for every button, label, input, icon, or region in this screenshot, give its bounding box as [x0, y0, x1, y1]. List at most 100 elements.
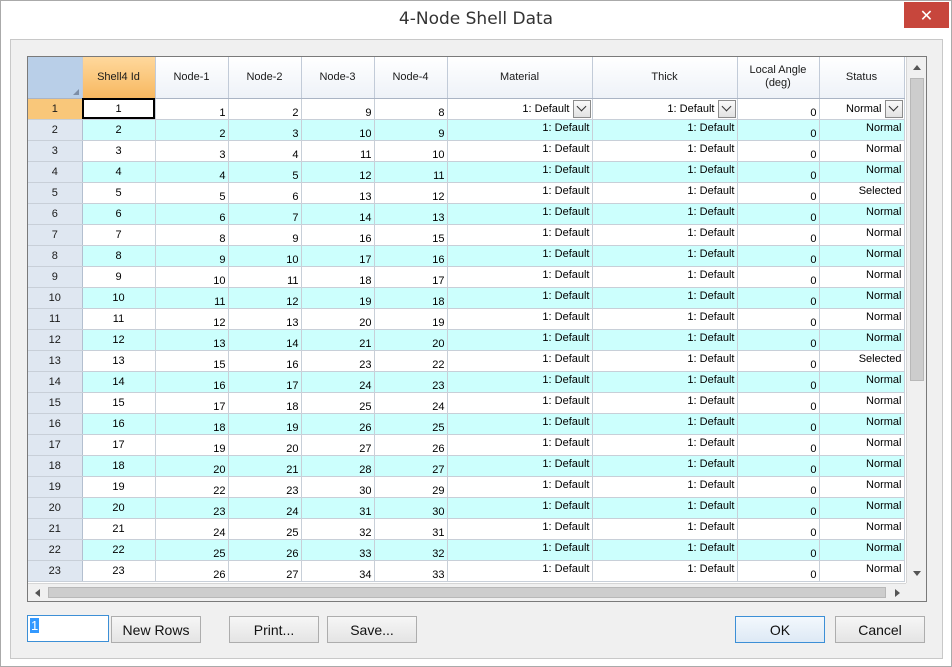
scroll-left-button[interactable]	[28, 584, 46, 601]
table-row[interactable]: 14 14 16 17 24 23 1: Default 1: Default 0 Normal	[28, 371, 905, 393]
status-cell[interactable]: Normal	[819, 455, 905, 477]
material-cell[interactable]: 1: Default	[447, 224, 593, 246]
table-row[interactable]: 22 22 25 26 33 32 1: Default 1: Default 0 Normal	[28, 539, 905, 561]
local-angle-cell[interactable]: 0	[737, 371, 820, 393]
node-4-cell[interactable]: 11	[374, 161, 448, 183]
material-cell[interactable]: 1: Default	[447, 350, 593, 372]
row-header[interactable]: 19	[28, 476, 83, 498]
status-cell[interactable]: Normal	[819, 98, 905, 120]
node-2-cell[interactable]: 23	[228, 476, 302, 498]
table-row[interactable]: 2 2 2 3 10 9 1: Default 1: Default 0 Normal	[28, 119, 905, 141]
status-cell[interactable]: Normal	[819, 224, 905, 246]
thick-cell[interactable]: 1: Default	[592, 434, 738, 456]
node-4-cell[interactable]: 33	[374, 560, 448, 582]
local-angle-cell[interactable]: 0	[737, 518, 820, 540]
node-3-cell[interactable]: 20	[301, 308, 375, 330]
row-header[interactable]: 6	[28, 203, 83, 225]
status-cell[interactable]: Normal	[819, 539, 905, 561]
node-2-cell[interactable]: 3	[228, 119, 302, 141]
node-1-cell[interactable]: 4	[155, 161, 229, 183]
node-3-cell[interactable]: 17	[301, 245, 375, 267]
row-header[interactable]: 8	[28, 245, 83, 267]
column-header-node-4[interactable]: Node-4	[374, 57, 448, 99]
thick-cell[interactable]: 1: Default	[592, 476, 738, 498]
row-header[interactable]: 10	[28, 287, 83, 309]
node-4-cell[interactable]: 19	[374, 308, 448, 330]
node-3-cell[interactable]: 12	[301, 161, 375, 183]
node-1-cell[interactable]: 6	[155, 203, 229, 225]
node-3-cell[interactable]: 9	[301, 98, 375, 120]
material-cell[interactable]: 1: Default	[447, 161, 593, 183]
table-row[interactable]: 13 13 15 16 23 22 1: Default 1: Default 0 Selecte…	[28, 350, 905, 372]
local-angle-cell[interactable]: 0	[737, 224, 820, 246]
node-2-cell[interactable]: 21	[228, 455, 302, 477]
print-button[interactable]: Print...	[229, 616, 319, 643]
node-3-cell[interactable]: 13	[301, 182, 375, 204]
table-row[interactable]: 12 12 13 14 21 20 1: Default 1: Default 0 Normal	[28, 329, 905, 351]
node-3-cell[interactable]: 24	[301, 371, 375, 393]
node-2-cell[interactable]: 12	[228, 287, 302, 309]
node-4-cell[interactable]: 15	[374, 224, 448, 246]
node-1-cell[interactable]: 25	[155, 539, 229, 561]
horizontal-scrollbar[interactable]	[28, 583, 906, 601]
shell4-id-cell[interactable]: 16	[82, 413, 156, 435]
node-4-cell[interactable]: 32	[374, 539, 448, 561]
thick-cell[interactable]: 1: Default	[592, 266, 738, 288]
status-cell[interactable]: Normal	[819, 308, 905, 330]
column-header-node-2[interactable]: Node-2	[228, 57, 302, 99]
node-3-cell[interactable]: 25	[301, 392, 375, 414]
material-cell[interactable]: 1: Default	[447, 371, 593, 393]
local-angle-cell[interactable]: 0	[737, 98, 820, 120]
node-1-cell[interactable]: 15	[155, 350, 229, 372]
node-3-cell[interactable]: 18	[301, 266, 375, 288]
node-3-cell[interactable]: 16	[301, 224, 375, 246]
material-cell[interactable]: 1: Default	[447, 287, 593, 309]
thick-cell[interactable]: 1: Default	[592, 245, 738, 267]
material-cell[interactable]: 1: Default	[447, 245, 593, 267]
row-header[interactable]: 12	[28, 329, 83, 351]
node-4-cell[interactable]: 16	[374, 245, 448, 267]
thick-cell[interactable]: 1: Default	[592, 539, 738, 561]
status-cell[interactable]: Normal	[819, 476, 905, 498]
vertical-scroll-thumb[interactable]	[910, 78, 924, 381]
node-3-cell[interactable]: 14	[301, 203, 375, 225]
shell4-id-cell[interactable]: 9	[82, 266, 156, 288]
row-header[interactable]: 2	[28, 119, 83, 141]
node-2-cell[interactable]: 13	[228, 308, 302, 330]
node-1-cell[interactable]: 16	[155, 371, 229, 393]
table-row[interactable]: 11 11 12 13 20 19 1: Default 1: Default 0 Normal	[28, 308, 905, 330]
node-2-cell[interactable]: 4	[228, 140, 302, 162]
status-cell[interactable]: Normal	[819, 329, 905, 351]
local-angle-cell[interactable]: 0	[737, 182, 820, 204]
status-cell[interactable]: Normal	[819, 560, 905, 582]
material-cell[interactable]: 1: Default	[447, 455, 593, 477]
node-3-cell[interactable]: 32	[301, 518, 375, 540]
node-1-cell[interactable]: 18	[155, 413, 229, 435]
row-header[interactable]: 3	[28, 140, 83, 162]
local-angle-cell[interactable]: 0	[737, 476, 820, 498]
dropdown-button[interactable]	[572, 99, 591, 118]
column-header-status[interactable]: Status	[819, 57, 905, 99]
shell4-id-cell[interactable]: 23	[82, 560, 156, 582]
thick-cell[interactable]: 1: Default	[592, 329, 738, 351]
status-cell[interactable]: Normal	[819, 434, 905, 456]
thick-cell[interactable]: 1: Default	[592, 497, 738, 519]
thick-cell[interactable]: 1: Default	[592, 560, 738, 582]
row-header[interactable]: 18	[28, 455, 83, 477]
table-row[interactable]: 19 19 22 23 30 29 1: Default 1: Default 0 Normal	[28, 476, 905, 498]
node-2-cell[interactable]: 14	[228, 329, 302, 351]
status-cell[interactable]: Normal	[819, 392, 905, 414]
shell4-id-cell[interactable]: 2	[82, 119, 156, 141]
node-2-cell[interactable]: 26	[228, 539, 302, 561]
table-row[interactable]: 5 5 5 6 13 12 1: Default 1: Default 0 Selected	[28, 182, 905, 204]
new-rows-button[interactable]: New Rows	[111, 616, 201, 643]
status-cell[interactable]: Normal	[819, 119, 905, 141]
row-header[interactable]: 17	[28, 434, 83, 456]
node-4-cell[interactable]: 27	[374, 455, 448, 477]
shell4-id-cell[interactable]: 15	[82, 392, 156, 414]
thick-cell[interactable]: 1: Default	[592, 371, 738, 393]
local-angle-cell[interactable]: 0	[737, 434, 820, 456]
material-cell[interactable]: 1: Default	[447, 266, 593, 288]
rows-count-input[interactable]: 1	[27, 615, 109, 642]
node-2-cell[interactable]: 10	[228, 245, 302, 267]
